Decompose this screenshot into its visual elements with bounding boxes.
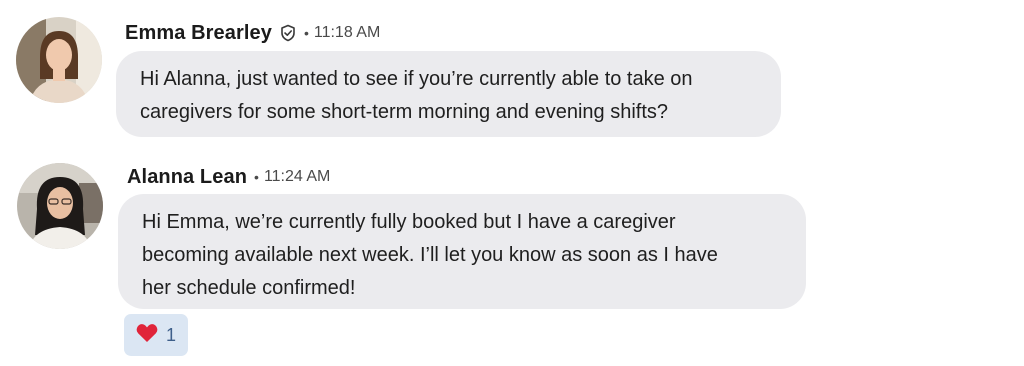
message-text-line: caregivers for some short-term morning a… xyxy=(140,101,669,123)
sender-name[interactable]: Alanna Lean xyxy=(127,166,247,189)
message-bubble[interactable]: Hi Emma, we’re currently fully booked bu… xyxy=(118,194,806,309)
message-header: Alanna Lean • 11:24 AM xyxy=(127,164,330,190)
timestamp: 11:24 AM xyxy=(263,168,331,185)
heart-icon xyxy=(136,323,158,348)
separator-dot: • xyxy=(254,169,259,185)
message-bubble[interactable]: Hi Alanna, just wanted to see if you’re … xyxy=(116,51,781,137)
verified-icon xyxy=(279,24,297,42)
message-header: Emma Brearley • 11:18 AM xyxy=(125,20,380,46)
message-text-line: Hi Alanna, just wanted to see if you’re … xyxy=(140,68,693,90)
timestamp: 11:18 AM xyxy=(313,24,381,41)
avatar[interactable] xyxy=(16,17,102,103)
message-text-line: her schedule confirmed! xyxy=(142,277,356,299)
avatar[interactable] xyxy=(17,163,103,249)
message-text-line: Hi Emma, we’re currently fully booked bu… xyxy=(142,211,676,233)
reaction-button[interactable]: 1 xyxy=(124,314,188,356)
separator-dot: • xyxy=(303,25,309,41)
message-text-line: becoming available next week. I’ll let y… xyxy=(142,244,718,266)
sender-name[interactable]: Emma Brearley xyxy=(125,22,272,45)
reaction-count: 1 xyxy=(165,324,176,345)
